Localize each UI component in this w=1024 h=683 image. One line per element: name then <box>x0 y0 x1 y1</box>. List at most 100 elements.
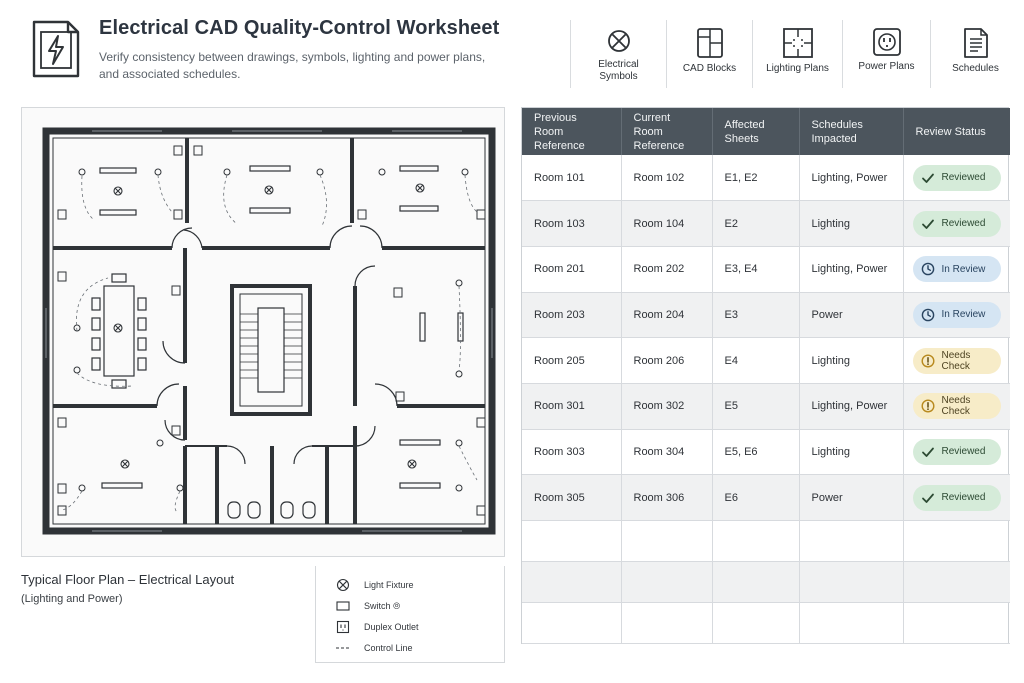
circle-x-symbol-icon <box>607 30 630 52</box>
cell-review-status: In Review <box>903 292 1010 339</box>
clock-icon <box>921 308 934 322</box>
tool-label: Electrical Symbols <box>598 59 639 82</box>
clock-icon <box>921 262 934 276</box>
legend-item-light-fixture: Light Fixture <box>336 578 414 592</box>
control-line-icon <box>336 647 350 649</box>
empty-cell <box>522 561 622 603</box>
cell-affected-sheets: E6 <box>712 474 800 521</box>
legend-label: Control Line <box>364 643 413 653</box>
cell-current-room: Room 304 <box>621 429 713 476</box>
toolbar: Electrical Symbols CAD Blocks Lighting P… <box>570 20 1020 88</box>
cell-previous-room: Room 203 <box>522 292 622 339</box>
cell-current-room: Room 202 <box>621 246 713 293</box>
legend-label: Light Fixture <box>364 580 414 590</box>
cell-review-status: Reviewed <box>903 200 1010 247</box>
status-badge[interactable]: Needs Check <box>912 347 1001 374</box>
cell-schedules-impacted: Lighting, Power <box>799 155 904 202</box>
cell-previous-room: Room 201 <box>522 246 622 293</box>
status-label: Needs Check <box>941 395 971 418</box>
status-label: Reviewed <box>941 218 986 230</box>
legend-item-switch: Switch ⦾ <box>336 599 400 613</box>
status-label: Reviewed <box>941 172 986 184</box>
column-header-affected-sheets[interactable]: Affected Sheets <box>712 108 800 155</box>
table-row[interactable]: Room 201 Room 202 E3, E4 Lighting, Power In … <box>522 246 1010 293</box>
check-icon <box>921 493 934 503</box>
cell-previous-room: Room 301 <box>522 383 622 430</box>
column-header-previous-room[interactable]: Previous Room Reference <box>522 108 622 155</box>
empty-cell <box>799 561 904 603</box>
status-badge[interactable]: Reviewed <box>912 164 1001 191</box>
floor-plan-drawing <box>42 127 496 535</box>
cell-current-room: Room 302 <box>621 383 713 430</box>
cell-schedules-impacted: Power <box>799 474 904 521</box>
status-badge[interactable]: Reviewed <box>912 484 1001 511</box>
lighting-plan-icon <box>782 28 813 58</box>
column-header-schedules-impacted[interactable]: Schedules Impacted <box>799 108 904 155</box>
empty-cell <box>621 602 713 644</box>
table-row[interactable]: Room 203 Room 204 E3 Power In Review <box>522 292 1010 339</box>
cell-affected-sheets: E3 <box>712 292 800 339</box>
duplex-outlet-icon <box>336 620 350 634</box>
cell-affected-sheets: E1, E2 <box>712 155 800 202</box>
schedule-document-icon <box>963 28 988 58</box>
tool-schedules[interactable]: Schedules <box>930 20 1020 88</box>
empty-cell <box>522 520 622 562</box>
warning-icon <box>920 354 935 368</box>
cell-review-status: Reviewed <box>903 155 1010 202</box>
cell-affected-sheets: E5 <box>712 383 800 430</box>
status-badge[interactable]: In Review <box>912 256 1001 283</box>
status-badge[interactable]: In Review <box>912 301 1001 328</box>
cell-review-status: In Review <box>903 246 1010 293</box>
tool-power-plans[interactable]: Power Plans <box>842 20 930 88</box>
check-icon <box>921 219 934 229</box>
symbol-legend: Light Fixture Switch ⦾ Duplex Outlet Con… <box>315 566 505 663</box>
cell-affected-sheets: E3, E4 <box>712 246 800 293</box>
cell-review-status: Reviewed <box>903 474 1010 521</box>
cell-review-status: Needs Check <box>903 383 1010 430</box>
cell-current-room: Room 102 <box>621 155 713 202</box>
cell-current-room: Room 206 <box>621 337 713 384</box>
column-header-current-room[interactable]: Current Room Reference <box>621 108 713 155</box>
table-row[interactable]: Room 301 Room 302 E5 Lighting, Power Needs C… <box>522 383 1010 430</box>
status-label: In Review <box>941 263 986 275</box>
status-badge[interactable]: Reviewed <box>912 210 1001 237</box>
tool-lighting-plans[interactable]: Lighting Plans <box>752 20 842 88</box>
tool-label: Schedules <box>952 63 999 74</box>
empty-table-row <box>522 561 1010 603</box>
status-badge[interactable]: Reviewed <box>912 438 1001 465</box>
cell-review-status: Needs Check <box>903 337 1010 384</box>
check-icon <box>921 447 934 457</box>
tool-cad-blocks[interactable]: CAD Blocks <box>666 20 752 88</box>
cell-schedules-impacted: Lighting <box>799 337 904 384</box>
plan-caption: Typical Floor Plan – Electrical Layout (… <box>21 572 301 605</box>
switch-icon <box>336 601 350 611</box>
table-row[interactable]: Room 101 Room 102 E1, E2 Lighting, Power Rev… <box>522 155 1010 202</box>
table-row[interactable]: Room 205 Room 206 E4 Lighting Needs Check <box>522 337 1010 384</box>
empty-cell <box>712 520 800 562</box>
cell-current-room: Room 104 <box>621 200 713 247</box>
status-label: In Review <box>941 309 986 321</box>
tool-label: CAD Blocks <box>682 63 737 74</box>
empty-cell <box>621 520 713 562</box>
table-header-row: Previous Room Reference Current Room Ref… <box>522 108 1010 155</box>
cell-schedules-impacted: Lighting, Power <box>799 383 904 430</box>
table-row[interactable]: Room 303 Room 304 E5, E6 Lighting Reviewed <box>522 429 1010 476</box>
table-row[interactable]: Room 305 Room 306 E6 Power Reviewed <box>522 474 1010 521</box>
empty-cell <box>522 602 622 644</box>
tool-electrical-symbols[interactable]: Electrical Symbols <box>570 20 666 88</box>
column-header-review-status[interactable]: Review Status <box>903 108 1010 155</box>
cell-previous-room: Room 103 <box>522 200 622 247</box>
empty-table-row <box>522 520 1010 562</box>
cell-schedules-impacted: Lighting, Power <box>799 246 904 293</box>
floor-plan-panel <box>21 107 505 557</box>
status-badge[interactable]: Needs Check <box>912 393 1001 420</box>
cell-previous-room: Room 205 <box>522 337 622 384</box>
table-row[interactable]: Room 103 Room 104 E2 Lighting Reviewed <box>522 200 1010 247</box>
empty-cell <box>903 520 1010 562</box>
empty-table-row <box>522 602 1010 644</box>
empty-cell <box>799 602 904 644</box>
cell-affected-sheets: E5, E6 <box>712 429 800 476</box>
cell-schedules-impacted: Lighting <box>799 200 904 247</box>
empty-cell <box>621 561 713 603</box>
power-outlet-icon <box>872 28 901 56</box>
